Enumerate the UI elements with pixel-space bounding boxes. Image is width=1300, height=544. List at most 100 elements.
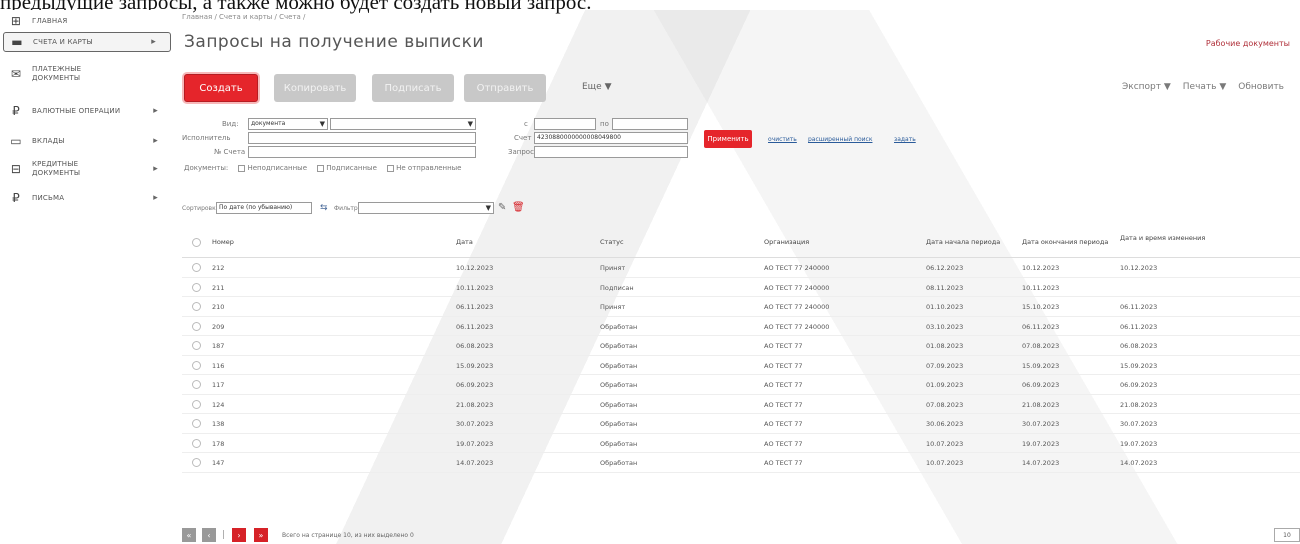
row-select-radio[interactable] xyxy=(192,341,201,350)
card-icon: ▬ xyxy=(11,35,23,49)
cell-status: Обработан xyxy=(600,420,638,428)
cell-organization: АО ТЕСТ 77 240000 xyxy=(764,264,830,272)
not-sent-checkbox[interactable] xyxy=(387,164,395,172)
sidebar-item-payment-docs[interactable]: ✉ Платежные документы xyxy=(0,56,172,92)
cell-period-end: 21.08.2023 xyxy=(1022,400,1060,409)
print-dropdown[interactable]: Печать ▼ xyxy=(1183,82,1226,92)
chevron-down-icon: ▼ xyxy=(485,204,491,212)
table-row[interactable]: 210 06.11.2023 Принят АО ТЕСТ 77 240000 01.1… xyxy=(182,297,1300,317)
cell-date: 19.07.2023 xyxy=(456,439,494,448)
prev-page-button[interactable]: ‹ xyxy=(202,528,216,542)
col-organization[interactable]: Организация xyxy=(764,238,809,246)
row-select-radio[interactable] xyxy=(192,399,201,409)
col-number[interactable]: Номер xyxy=(212,238,234,246)
table-row[interactable]: 212 10.12.2023 Принят АО ТЕСТ 77 240000 06.1… xyxy=(182,258,1300,278)
row-select-radio[interactable] xyxy=(192,282,201,292)
edit-filter-icon[interactable]: ✎ xyxy=(498,202,506,213)
date-from-input[interactable] xyxy=(534,118,596,130)
sidebar-item-label: Платежные документы xyxy=(32,65,82,82)
more-dropdown[interactable]: Еще ▼ xyxy=(582,82,612,92)
row-select-radio[interactable] xyxy=(192,263,201,272)
apply-filter-button[interactable]: Применить xyxy=(704,130,752,148)
copy-button[interactable]: Копировать xyxy=(274,74,356,102)
account-num-input[interactable] xyxy=(248,146,476,158)
cell-date: 14.07.2023 xyxy=(456,459,494,467)
sidebar-item-accounts-cards[interactable]: ▬ Счета и карты ▸ xyxy=(3,32,171,52)
table-row[interactable]: 147 14.07.2023 Обработан АО ТЕСТ 77 10.07.20… xyxy=(182,453,1300,473)
cell-modified: 06.08.2023 xyxy=(1120,342,1158,350)
select-all-radio[interactable] xyxy=(192,238,201,247)
cell-number: 138 xyxy=(212,420,225,428)
chevron-right-icon: ▸ xyxy=(153,193,158,203)
date-to-input[interactable] xyxy=(612,118,688,130)
row-select-radio[interactable] xyxy=(192,419,201,428)
delete-filter-icon[interactable]: 🗑 xyxy=(512,202,525,213)
work-docs-link[interactable]: Рабочие документы xyxy=(1206,39,1290,48)
row-select-radio[interactable] xyxy=(192,438,201,448)
sidebar-item-currency-ops[interactable]: ₽ Валютные операции ▸ xyxy=(0,92,172,130)
export-dropdown[interactable]: Экспорт ▼ xyxy=(1122,82,1171,92)
table-row[interactable]: 187 06.08.2023 Обработан АО ТЕСТ 77 01.08.20… xyxy=(182,336,1300,356)
col-date[interactable]: Дата xyxy=(456,238,473,246)
row-select-radio[interactable] xyxy=(192,360,201,370)
reset-filter-link[interactable]: очистить xyxy=(768,136,797,143)
doc-subtype-select[interactable]: ▼ xyxy=(330,118,476,130)
status-input[interactable] xyxy=(534,146,688,158)
cell-organization: АО ТЕСТ 77 240000 xyxy=(764,322,830,331)
unsigned-label: Неподписанные xyxy=(247,164,308,172)
cell-number: 117 xyxy=(212,381,225,389)
table-row[interactable]: 124 21.08.2023 Обработан АО ТЕСТ 77 07.08.20… xyxy=(182,395,1300,414)
cell-period-start: 07.09.2023 xyxy=(926,361,964,370)
breadcrumb[interactable]: Главная / Счета и карты / Счета / xyxy=(182,13,305,21)
export-label: Экспорт xyxy=(1121,82,1161,92)
create-button[interactable]: Создать xyxy=(184,74,258,102)
unsigned-checkbox[interactable] xyxy=(238,164,246,172)
doc-type-value: документа xyxy=(251,120,286,127)
sign-button[interactable]: Подписать xyxy=(372,74,454,102)
doc-type-select[interactable]: документа ▼ xyxy=(248,118,328,130)
table-row[interactable]: 211 10.11.2023 Подписан АО ТЕСТ 77 240000 08… xyxy=(182,278,1300,297)
row-select-radio[interactable] xyxy=(192,380,201,389)
sidebar-item-deposits[interactable]: ▭ Вклады ▸ xyxy=(0,130,172,152)
toolbar-right: Экспорт ▼ Печать ▼ Обновить xyxy=(1122,82,1284,92)
send-button[interactable]: Отправить xyxy=(464,74,546,102)
sidebar-item-credit-docs[interactable]: ⊟ Кредитные документы ▸ xyxy=(0,152,172,186)
cell-status: Подписан xyxy=(600,283,634,292)
row-select-radio[interactable] xyxy=(192,321,201,331)
row-select-radio[interactable] xyxy=(192,458,201,467)
page-size-select[interactable]: 10 xyxy=(1274,528,1300,542)
save-filter-link[interactable]: задать xyxy=(894,136,916,143)
main-content: Главная / Счета и карты / Счета / Запрос… xyxy=(172,10,1300,544)
last-page-button[interactable]: » xyxy=(254,528,268,542)
sidebar-item-letters[interactable]: ₽ Письма ▸ xyxy=(0,186,172,210)
sort-label: Сортировка xyxy=(182,205,220,212)
col-period-end[interactable]: Дата окончания периода xyxy=(1022,238,1108,246)
refresh-button[interactable]: Обновить xyxy=(1238,82,1284,92)
page-title: Запросы на получение выписки xyxy=(184,32,484,52)
employee-input[interactable] xyxy=(248,132,476,144)
row-select-radio[interactable] xyxy=(192,302,201,311)
next-page-button[interactable]: › xyxy=(232,528,246,542)
chevron-right-icon: ▸ xyxy=(153,136,158,146)
table-row[interactable]: 209 06.11.2023 Обработан АО ТЕСТ 77 240000 0… xyxy=(182,317,1300,336)
col-period-start[interactable]: Дата начала периода xyxy=(926,238,1000,246)
cell-organization: АО ТЕСТ 77 xyxy=(764,400,803,409)
col-status[interactable]: Статус xyxy=(600,238,624,246)
extended-search-link[interactable]: расширенный поиск xyxy=(808,136,872,143)
col-modified[interactable]: Дата и время изменения xyxy=(1120,234,1210,242)
cell-period-end: 19.07.2023 xyxy=(1022,439,1060,448)
table-row[interactable]: 138 30.07.2023 Обработан АО ТЕСТ 77 30.06.20… xyxy=(182,414,1300,434)
table-row[interactable]: 117 06.09.2023 Обработан АО ТЕСТ 77 01.09.20… xyxy=(182,375,1300,395)
table-row[interactable]: 116 15.09.2023 Обработан АО ТЕСТ 77 07.09.20… xyxy=(182,356,1300,375)
cell-modified: 06.09.2023 xyxy=(1120,381,1158,389)
table-row[interactable]: 178 19.07.2023 Обработан АО ТЕСТ 77 10.07.20… xyxy=(182,434,1300,453)
filter-select[interactable]: ▼ xyxy=(358,202,494,214)
sidebar-item-home[interactable]: ⊞ Главная xyxy=(0,10,172,32)
signed-checkbox[interactable] xyxy=(317,164,325,172)
account-input[interactable]: 4230880000000008049800 xyxy=(534,132,688,144)
sort-select[interactable]: По дате (по убыванию) xyxy=(216,202,312,214)
first-page-button[interactable]: « xyxy=(182,528,196,542)
cell-number: 178 xyxy=(212,439,225,448)
doc-state-filters: Документы: Неподписанные Подписанные Не … xyxy=(184,164,461,172)
cell-modified: 21.08.2023 xyxy=(1120,400,1158,409)
